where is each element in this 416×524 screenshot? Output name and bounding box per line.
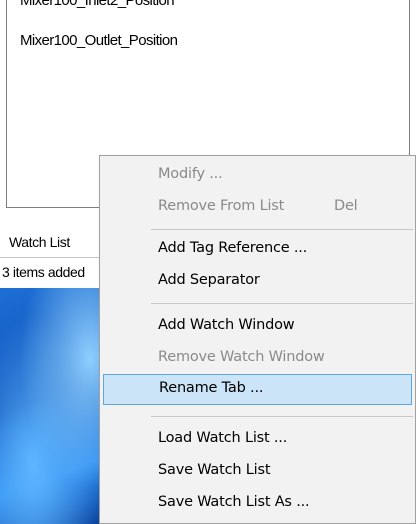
menu-item-label: Add Watch Window xyxy=(158,317,295,333)
status-text: 3 items added xyxy=(2,264,85,280)
menu-item-label: Remove Watch Window xyxy=(158,349,325,365)
menu-item-label: Add Separator xyxy=(158,272,260,288)
list-item[interactable]: Mixer100_Outlet_Position xyxy=(20,32,178,49)
menu-item-add-watch-window[interactable]: Add Watch Window xyxy=(103,313,412,340)
tab-watch-list[interactable]: Watch List xyxy=(9,234,70,250)
menu-item-load-watch-list[interactable]: Load Watch List ... xyxy=(103,426,412,453)
menu-item-label: Modify ... xyxy=(158,166,223,182)
context-menu: Modify ... Remove From List Del Add Tag … xyxy=(99,155,416,524)
menu-item-label: Add Tag Reference ... xyxy=(158,240,308,256)
tab-divider xyxy=(0,257,105,258)
menu-item-label: Rename Tab ... xyxy=(159,380,264,396)
menu-item-remove-from-list[interactable]: Remove From List Del xyxy=(103,194,412,221)
menu-separator xyxy=(151,229,413,230)
menu-item-modify[interactable]: Modify ... xyxy=(103,162,412,189)
menu-item-remove-watch-window[interactable]: Remove Watch Window xyxy=(103,345,412,372)
menu-item-shortcut: Del xyxy=(334,198,358,214)
menu-item-add-tag-reference[interactable]: Add Tag Reference ... xyxy=(103,236,412,263)
menu-item-label: Load Watch List ... xyxy=(158,430,288,446)
list-item[interactable]: Mixer100_Inlet2_Position xyxy=(20,0,175,9)
desktop-wallpaper xyxy=(0,288,112,524)
menu-item-label: Save Watch List xyxy=(158,462,271,478)
menu-separator xyxy=(151,303,413,304)
menu-item-label: Save Watch List As ... xyxy=(158,494,310,510)
menu-item-label: Remove From List xyxy=(158,198,285,214)
menu-item-add-separator[interactable]: Add Separator xyxy=(103,268,412,295)
menu-separator xyxy=(151,416,413,417)
menu-item-rename-tab[interactable]: Rename Tab ... xyxy=(103,374,412,405)
menu-item-save-watch-list-as[interactable]: Save Watch List As ... xyxy=(103,490,412,517)
menu-item-save-watch-list[interactable]: Save Watch List xyxy=(103,458,412,485)
